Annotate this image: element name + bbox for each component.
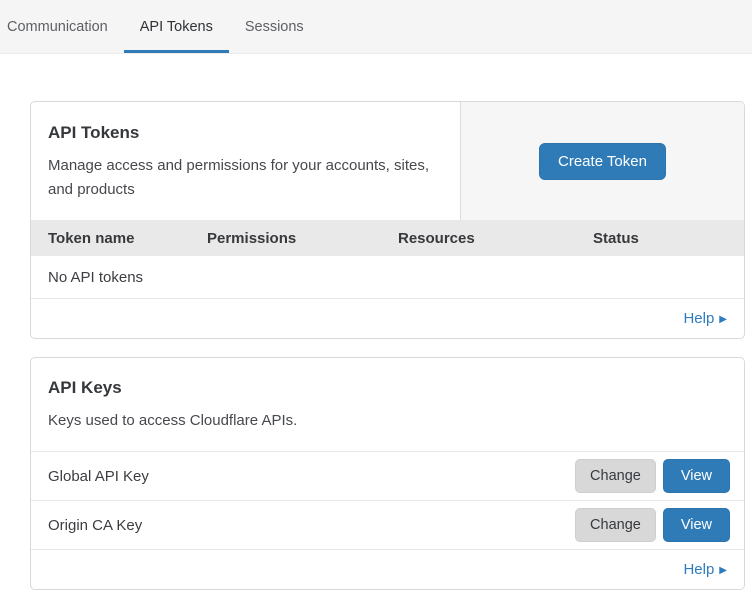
change-global-api-key-button[interactable]: Change	[575, 459, 656, 494]
tab-api-tokens[interactable]: API Tokens	[124, 0, 229, 53]
api-tokens-table: Token name Permissions Resources Status …	[31, 220, 744, 298]
tab-communication[interactable]: Communication	[0, 0, 124, 53]
api-key-actions: Change View	[575, 508, 730, 543]
api-key-row-global: Global API Key Change View	[31, 451, 744, 500]
api-key-row-origin-ca: Origin CA Key Change View	[31, 500, 744, 549]
api-key-actions: Change View	[575, 459, 730, 494]
tab-bar: Communication API Tokens Sessions	[0, 0, 752, 54]
api-tokens-card-title: API Tokens	[48, 123, 443, 143]
api-tokens-card-header: API Tokens Manage access and permissions…	[31, 102, 744, 220]
api-keys-card-description: Keys used to access Cloudflare APIs.	[48, 409, 727, 433]
api-tokens-help-link[interactable]: Help ▶	[683, 310, 727, 327]
column-header-token-name: Token name	[31, 220, 207, 256]
api-keys-card-title: API Keys	[48, 378, 727, 398]
column-header-permissions: Permissions	[207, 220, 398, 256]
api-tokens-table-header-row: Token name Permissions Resources Status	[31, 220, 744, 256]
arrow-right-icon: ▶	[719, 565, 727, 576]
api-tokens-card-footer: Help ▶	[31, 298, 744, 338]
api-tokens-card-header-action: Create Token	[460, 102, 744, 220]
arrow-right-icon: ▶	[719, 314, 727, 325]
api-tokens-card: API Tokens Manage access and permissions…	[30, 101, 745, 339]
help-link-label: Help	[683, 310, 714, 327]
view-global-api-key-button[interactable]: View	[663, 459, 730, 494]
api-tokens-card-description: Manage access and permissions for your a…	[48, 154, 443, 202]
api-keys-card-footer: Help ▶	[31, 549, 744, 589]
api-keys-help-link[interactable]: Help ▶	[683, 561, 727, 578]
api-tokens-card-header-text: API Tokens Manage access and permissions…	[31, 102, 460, 220]
empty-state-message: No API tokens	[31, 256, 744, 298]
change-origin-ca-key-button[interactable]: Change	[575, 508, 656, 543]
view-origin-ca-key-button[interactable]: View	[663, 508, 730, 543]
column-header-resources: Resources	[398, 220, 593, 256]
api-tokens-empty-row: No API tokens	[31, 256, 744, 298]
tab-sessions[interactable]: Sessions	[229, 0, 320, 53]
api-keys-card-header: API Keys Keys used to access Cloudflare …	[31, 358, 744, 451]
api-key-label: Global API Key	[48, 468, 149, 485]
column-header-status: Status	[593, 220, 744, 256]
create-token-button[interactable]: Create Token	[539, 143, 666, 180]
api-keys-card: API Keys Keys used to access Cloudflare …	[30, 357, 745, 590]
main-content: API Tokens Manage access and permissions…	[30, 101, 745, 590]
api-key-label: Origin CA Key	[48, 517, 142, 534]
help-link-label: Help	[683, 561, 714, 578]
